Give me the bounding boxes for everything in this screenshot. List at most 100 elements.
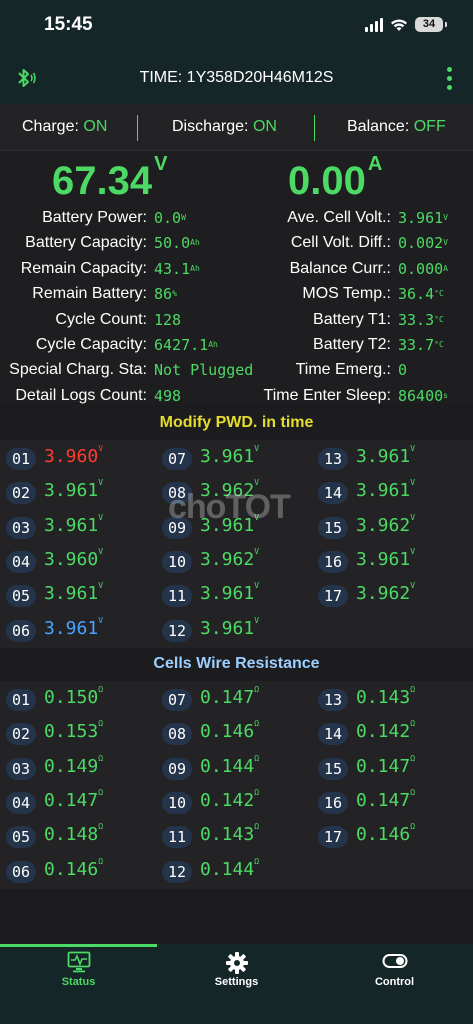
wire-resistance-index-badge: 10 [162,791,192,814]
wire-resistance-value: 0.146Ω [200,719,260,743]
gear-icon [225,952,248,974]
wire-resistance-index-badge: 14 [318,723,348,746]
stat-label: Balance Curr.: [289,259,391,277]
cell-voltage-index-badge: 11 [162,585,192,608]
stat-value: 86400s [398,386,448,405]
wire-resistance-value: 0.147Ω [44,787,104,811]
more-menu-icon[interactable] [445,67,453,90]
cell-voltage-value: 3.960V [44,546,104,570]
cell-voltage-index-badge: 03 [6,516,36,539]
wire-resistance-item: 01 0.150Ω [6,685,156,714]
cell-voltage-item: 01 3.960V [6,444,156,473]
wifi-icon [391,18,407,31]
cell-voltage-index-badge: 01 [6,448,36,470]
stat-value: 0 [398,361,408,380]
cell-voltage-item: 11 3.961V [162,581,312,610]
wire-resistance-value: 0.148Ω [44,822,104,846]
wire-resistance-item: 05 0.148Ω [6,822,156,851]
cell-voltage-item: 17 3.962V [318,581,468,610]
runtime-title: TIME: 1Y358D20H46M12S [139,69,334,86]
wire-resistance-index-badge: 01 [6,689,36,711]
wire-resistance-value: 0.147Ω [356,753,416,777]
stat-unit: A [443,263,448,273]
cell-voltage-item: 03 3.961V [6,513,156,542]
cell-voltage-item: 04 3.960V [6,546,156,576]
tab-settings-label: Settings [214,976,259,988]
wire-resistance-panel: 01 0.150Ω 02 0.153Ω 03 0.149Ω 04 0.147Ω 05 0.148Ω… [0,681,473,889]
right-stat-row: Time Emerg.: 0 [0,360,473,385]
wire-resistance-item: 06 0.146Ω [6,856,156,886]
cell-voltage-index-badge: 16 [318,550,348,573]
total-voltage: 67.34 V [52,153,168,203]
right-stat-row: Ave. Cell Volt.: 3.961V [0,208,473,233]
tab-status-label: Status [61,976,96,988]
cell-voltage-value: 3.961V [356,444,416,467]
wire-resistance-index-badge: 17 [318,826,348,849]
divider [137,115,138,141]
stat-unit: V [443,238,448,248]
cell-voltage-item: 13 3.961V [318,444,468,473]
wire-resistance-item: 17 0.146Ω [318,822,468,851]
cell-voltage-item: 02 3.961V [6,478,156,507]
balance-status[interactable]: Balance: OFF [347,118,446,136]
wire-resistance-value: 0.143Ω [200,822,260,846]
cell-voltage-index-badge: 07 [162,448,192,470]
stat-unit: °C [434,289,444,299]
wire-resistance-value: 0.153Ω [44,719,104,743]
cell-voltage-index-badge: 10 [162,550,192,573]
battery-summary: 67.34 V 0.00 A Battery Power: 0.0W Battery C… [0,151,473,405]
cell-voltage-index-badge: 05 [6,585,36,608]
right-stat-row: Battery T2: 33.7°C [0,335,473,360]
wire-resistance-value: 0.149Ω [44,753,104,777]
tab-control[interactable]: Control [316,948,473,992]
cell-voltage-value: 3.961V [44,581,104,605]
right-stat-row: Time Enter Sleep: 86400s [0,386,473,411]
charge-status[interactable]: Charge: ON [22,118,107,136]
stat-label: Time Enter Sleep: [263,386,391,404]
wire-resistance-value: 0.150Ω [44,685,104,708]
cell-voltage-index-badge: 02 [6,482,36,505]
cell-voltage-value: 3.961V [356,546,416,570]
wire-resistance-item: 16 0.147Ω [318,787,468,817]
discharge-status[interactable]: Discharge: ON [172,118,277,136]
stat-value: 36.4°C [398,285,444,304]
tab-settings[interactable]: Settings [158,948,315,992]
right-stat-row: Cell Volt. Diff.: 0.002V [0,233,473,258]
cell-voltage-item: 16 3.961V [318,546,468,576]
cell-voltage-panel: 01 3.960V 02 3.961V 03 3.961V 04 3.960V 05 3.961V… [0,440,473,648]
toggle-icon [382,954,407,968]
cell-voltage-index-badge: 15 [318,516,348,539]
cell-voltage-item: 05 3.961V [6,581,156,610]
wire-resistance-item: 08 0.146Ω [162,719,312,748]
stat-label: Cell Volt. Diff.: [290,234,391,252]
wire-resistance-index-badge: 07 [162,689,192,711]
tab-status[interactable]: Status [0,948,157,992]
stat-unit: V [443,213,448,222]
stat-value: 0.002V [398,234,448,253]
cell-voltage-item: 10 3.962V [162,546,312,576]
wire-resistance-item: 07 0.147Ω [162,685,312,714]
cell-voltage-item: 12 3.961V [162,616,312,645]
cell-voltage-value: 3.961V [356,478,416,502]
cell-voltage-value: 3.961V [200,581,260,605]
wire-resistance-value: 0.144Ω [200,856,260,880]
wire-resistance-index-badge: 15 [318,757,348,780]
cell-voltage-item: 15 3.962V [318,513,468,542]
stat-value: 3.961V [398,209,448,227]
bottom-tab-bar: Status Settings Control [0,944,473,1024]
wire-resistance-value: 0.147Ω [356,787,416,811]
app-header: TIME: 1Y358D20H46M12S [0,50,473,104]
right-stat-row: Balance Curr.: 0.000A [0,259,473,284]
cell-voltage-value: 3.961V [44,615,104,639]
active-tab-indicator [0,944,157,947]
wire-resistance-value: 0.144Ω [200,753,260,777]
cell-voltage-value: 3.962V [200,546,260,570]
cell-voltage-value: 3.961V [200,444,260,467]
cell-voltage-value: 3.962V [356,581,416,605]
monitor-pulse-icon [67,951,90,973]
wire-resistance-value: 0.146Ω [44,856,104,880]
right-stat-row: MOS Temp.: 36.4°C [0,284,473,309]
tab-control-label: Control [374,976,415,988]
wire-resistance-index-badge: 16 [318,791,348,814]
wire-resistance-item: 04 0.147Ω [6,787,156,817]
